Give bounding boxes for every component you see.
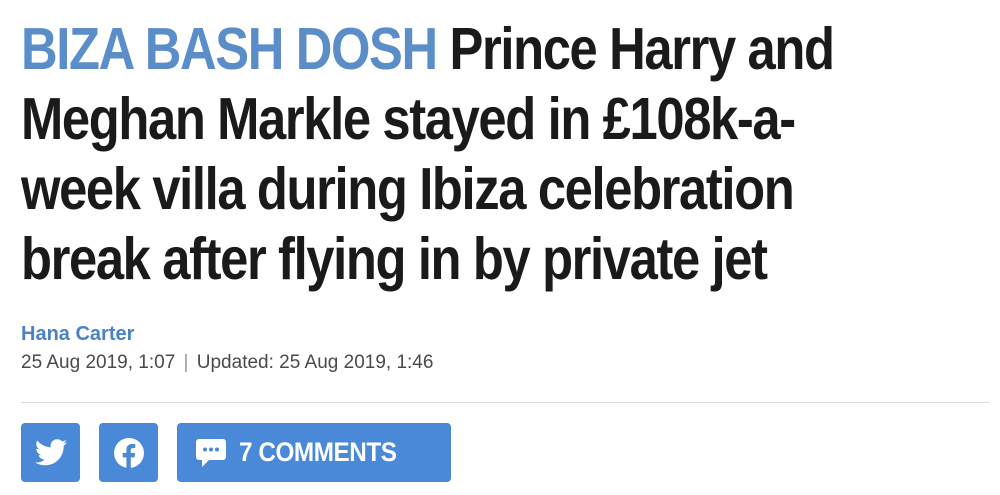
headline-kicker: BIZA BASH DOSH — [21, 16, 438, 82]
share-bar: 7 COMMENTS — [21, 423, 451, 482]
updated-date: 25 Aug 2019, 1:46 — [279, 352, 434, 373]
divider — [21, 402, 989, 403]
facebook-share-button[interactable] — [99, 423, 158, 482]
author-link[interactable]: Hana Carter — [21, 323, 134, 346]
published-date: 25 Aug 2019, 1:07 — [21, 352, 176, 373]
date-separator: | — [183, 352, 189, 373]
comments-button[interactable]: 7 COMMENTS — [177, 423, 451, 482]
speech-bubble-icon — [195, 438, 227, 468]
headline: BIZA BASH DOSH Prince Harry and Meghan M… — [21, 14, 881, 294]
updated-label: Updated: — [196, 352, 274, 373]
twitter-share-button[interactable] — [21, 423, 80, 482]
comments-label: 7 COMMENTS — [239, 437, 397, 467]
dateline: 25 Aug 2019, 1:07 | Updated: 25 Aug 2019… — [21, 352, 433, 374]
article-header: BIZA BASH DOSH Prince Harry and Meghan M… — [21, 14, 989, 294]
twitter-icon — [34, 439, 67, 466]
facebook-icon — [113, 437, 145, 469]
